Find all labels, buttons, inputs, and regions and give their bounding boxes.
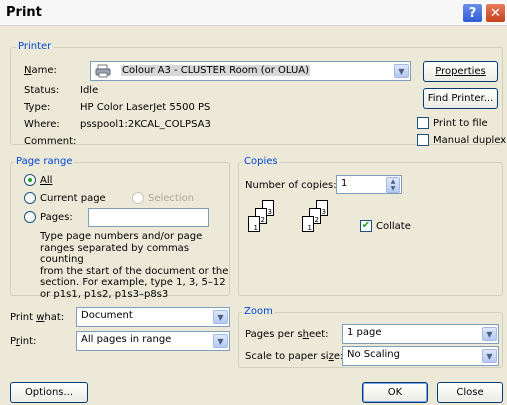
window-close-button[interactable]: ✕ <box>485 3 506 23</box>
type-value: HP Color LaserJet 5500 PS <box>80 102 211 113</box>
type-label: Type: <box>24 102 51 113</box>
close-button[interactable]: Close <box>437 382 503 403</box>
pages-input[interactable] <box>88 208 209 227</box>
pages-per-sheet-label: Pages per sheet: <box>245 329 329 340</box>
options-label: Options... <box>24 387 74 398</box>
options-button[interactable]: Options... <box>10 382 88 403</box>
collate-illustration: 3 2 1 3 2 1 <box>246 200 336 250</box>
selection-label: Selection <box>148 193 195 204</box>
print-what-combo[interactable]: Document ▼ <box>76 307 230 327</box>
hint-line: section. For example, type 1, 3, 5–12 <box>40 277 226 288</box>
print-to-file-label: Print to file <box>433 118 488 129</box>
ok-label: OK <box>387 387 403 398</box>
all-radio[interactable] <box>24 174 36 186</box>
scale-label: Scale to paper size: <box>245 351 344 362</box>
page-icon: 1 <box>248 216 260 232</box>
hint-line: from the start of the document or the <box>40 265 229 277</box>
pages-per-sheet-combo[interactable]: 1 page ▼ <box>342 324 499 344</box>
status-value: Idle <box>80 85 99 96</box>
pages-label: Pages: <box>40 212 73 223</box>
manual-duplex-label: Manual duplex <box>433 135 507 146</box>
comment-label: Comment: <box>24 136 77 147</box>
print-what-label: Print what: <box>10 312 65 323</box>
scale-combo[interactable]: No Scaling ▼ <box>342 346 499 366</box>
collate-label: Collate <box>376 221 411 232</box>
page-range-hint: Type page numbers and/or page ranges sep… <box>40 231 230 300</box>
page-icon: 1 <box>302 216 314 232</box>
current-page-radio[interactable] <box>24 192 36 204</box>
print-label: Print: <box>10 336 37 347</box>
chevron-down-icon[interactable]: ▼ <box>482 349 497 363</box>
hint-line: ranges separated by commas counting <box>40 242 190 266</box>
chevron-down-icon[interactable]: ▼ <box>213 334 228 348</box>
properties-button[interactable]: Properties <box>423 61 498 82</box>
copies-legend: Copies <box>242 156 280 168</box>
find-printer-label: Find Printer... <box>427 93 494 104</box>
find-printer-button[interactable]: Find Printer... <box>423 88 498 109</box>
selection-radio[interactable] <box>132 192 144 204</box>
copies-value: 1 <box>341 178 348 189</box>
print-to-file-checkbox[interactable] <box>417 117 429 129</box>
spin-down-icon: ▼ <box>390 185 396 192</box>
hint-line: Type page numbers and/or page <box>40 231 203 242</box>
copies-input[interactable]: 1 ▲ ▼ <box>336 175 402 194</box>
ok-button[interactable]: OK <box>362 382 428 403</box>
printer-name-combo[interactable]: Colour A3 - CLUSTER Room (or OLUA) ▼ <box>90 61 411 81</box>
pages-per-sheet-value: 1 page <box>347 327 382 338</box>
spin-up-icon: ▲ <box>390 178 396 185</box>
scale-value: No Scaling <box>347 349 400 360</box>
print-value: All pages in range <box>81 334 172 345</box>
where-value: psspool1:2KCAL_COLPSA3 <box>80 119 211 130</box>
current-page-label: Current page <box>40 193 106 204</box>
window-title: Print <box>6 5 42 20</box>
chevron-down-icon[interactable]: ▼ <box>482 327 497 341</box>
all-label: All <box>40 175 53 186</box>
printer-icon <box>95 64 111 78</box>
copies-label: Number of copies: <box>245 180 337 191</box>
chevron-down-icon[interactable]: ▼ <box>213 310 228 324</box>
print-what-value: Document <box>81 310 133 321</box>
printer-name-value: Colour A3 - CLUSTER Room (or OLUA) <box>121 65 311 76</box>
printer-name-label: Name: <box>24 65 57 76</box>
close-label: Close <box>456 387 484 398</box>
zoom-legend: Zoom <box>242 306 275 318</box>
collate-checkbox[interactable]: ✔ <box>360 220 372 232</box>
printer-legend: Printer <box>16 41 54 53</box>
help-button[interactable]: ? <box>462 3 483 23</box>
copies-spinner[interactable]: ▲ ▼ <box>386 177 400 193</box>
hint-line: or p1s1, p1s2, p1s3–p8s3 <box>40 288 169 300</box>
page-range-legend: Page range <box>14 156 75 168</box>
print-combo[interactable]: All pages in range ▼ <box>76 331 230 351</box>
status-label: Status: <box>24 85 60 96</box>
where-label: Where: <box>24 119 60 130</box>
pages-radio[interactable] <box>24 211 36 223</box>
chevron-down-icon[interactable]: ▼ <box>394 64 409 78</box>
properties-label: Properties <box>435 66 486 77</box>
manual-duplex-checkbox[interactable] <box>417 134 429 146</box>
title-bar: Print ? ✕ <box>0 0 507 26</box>
